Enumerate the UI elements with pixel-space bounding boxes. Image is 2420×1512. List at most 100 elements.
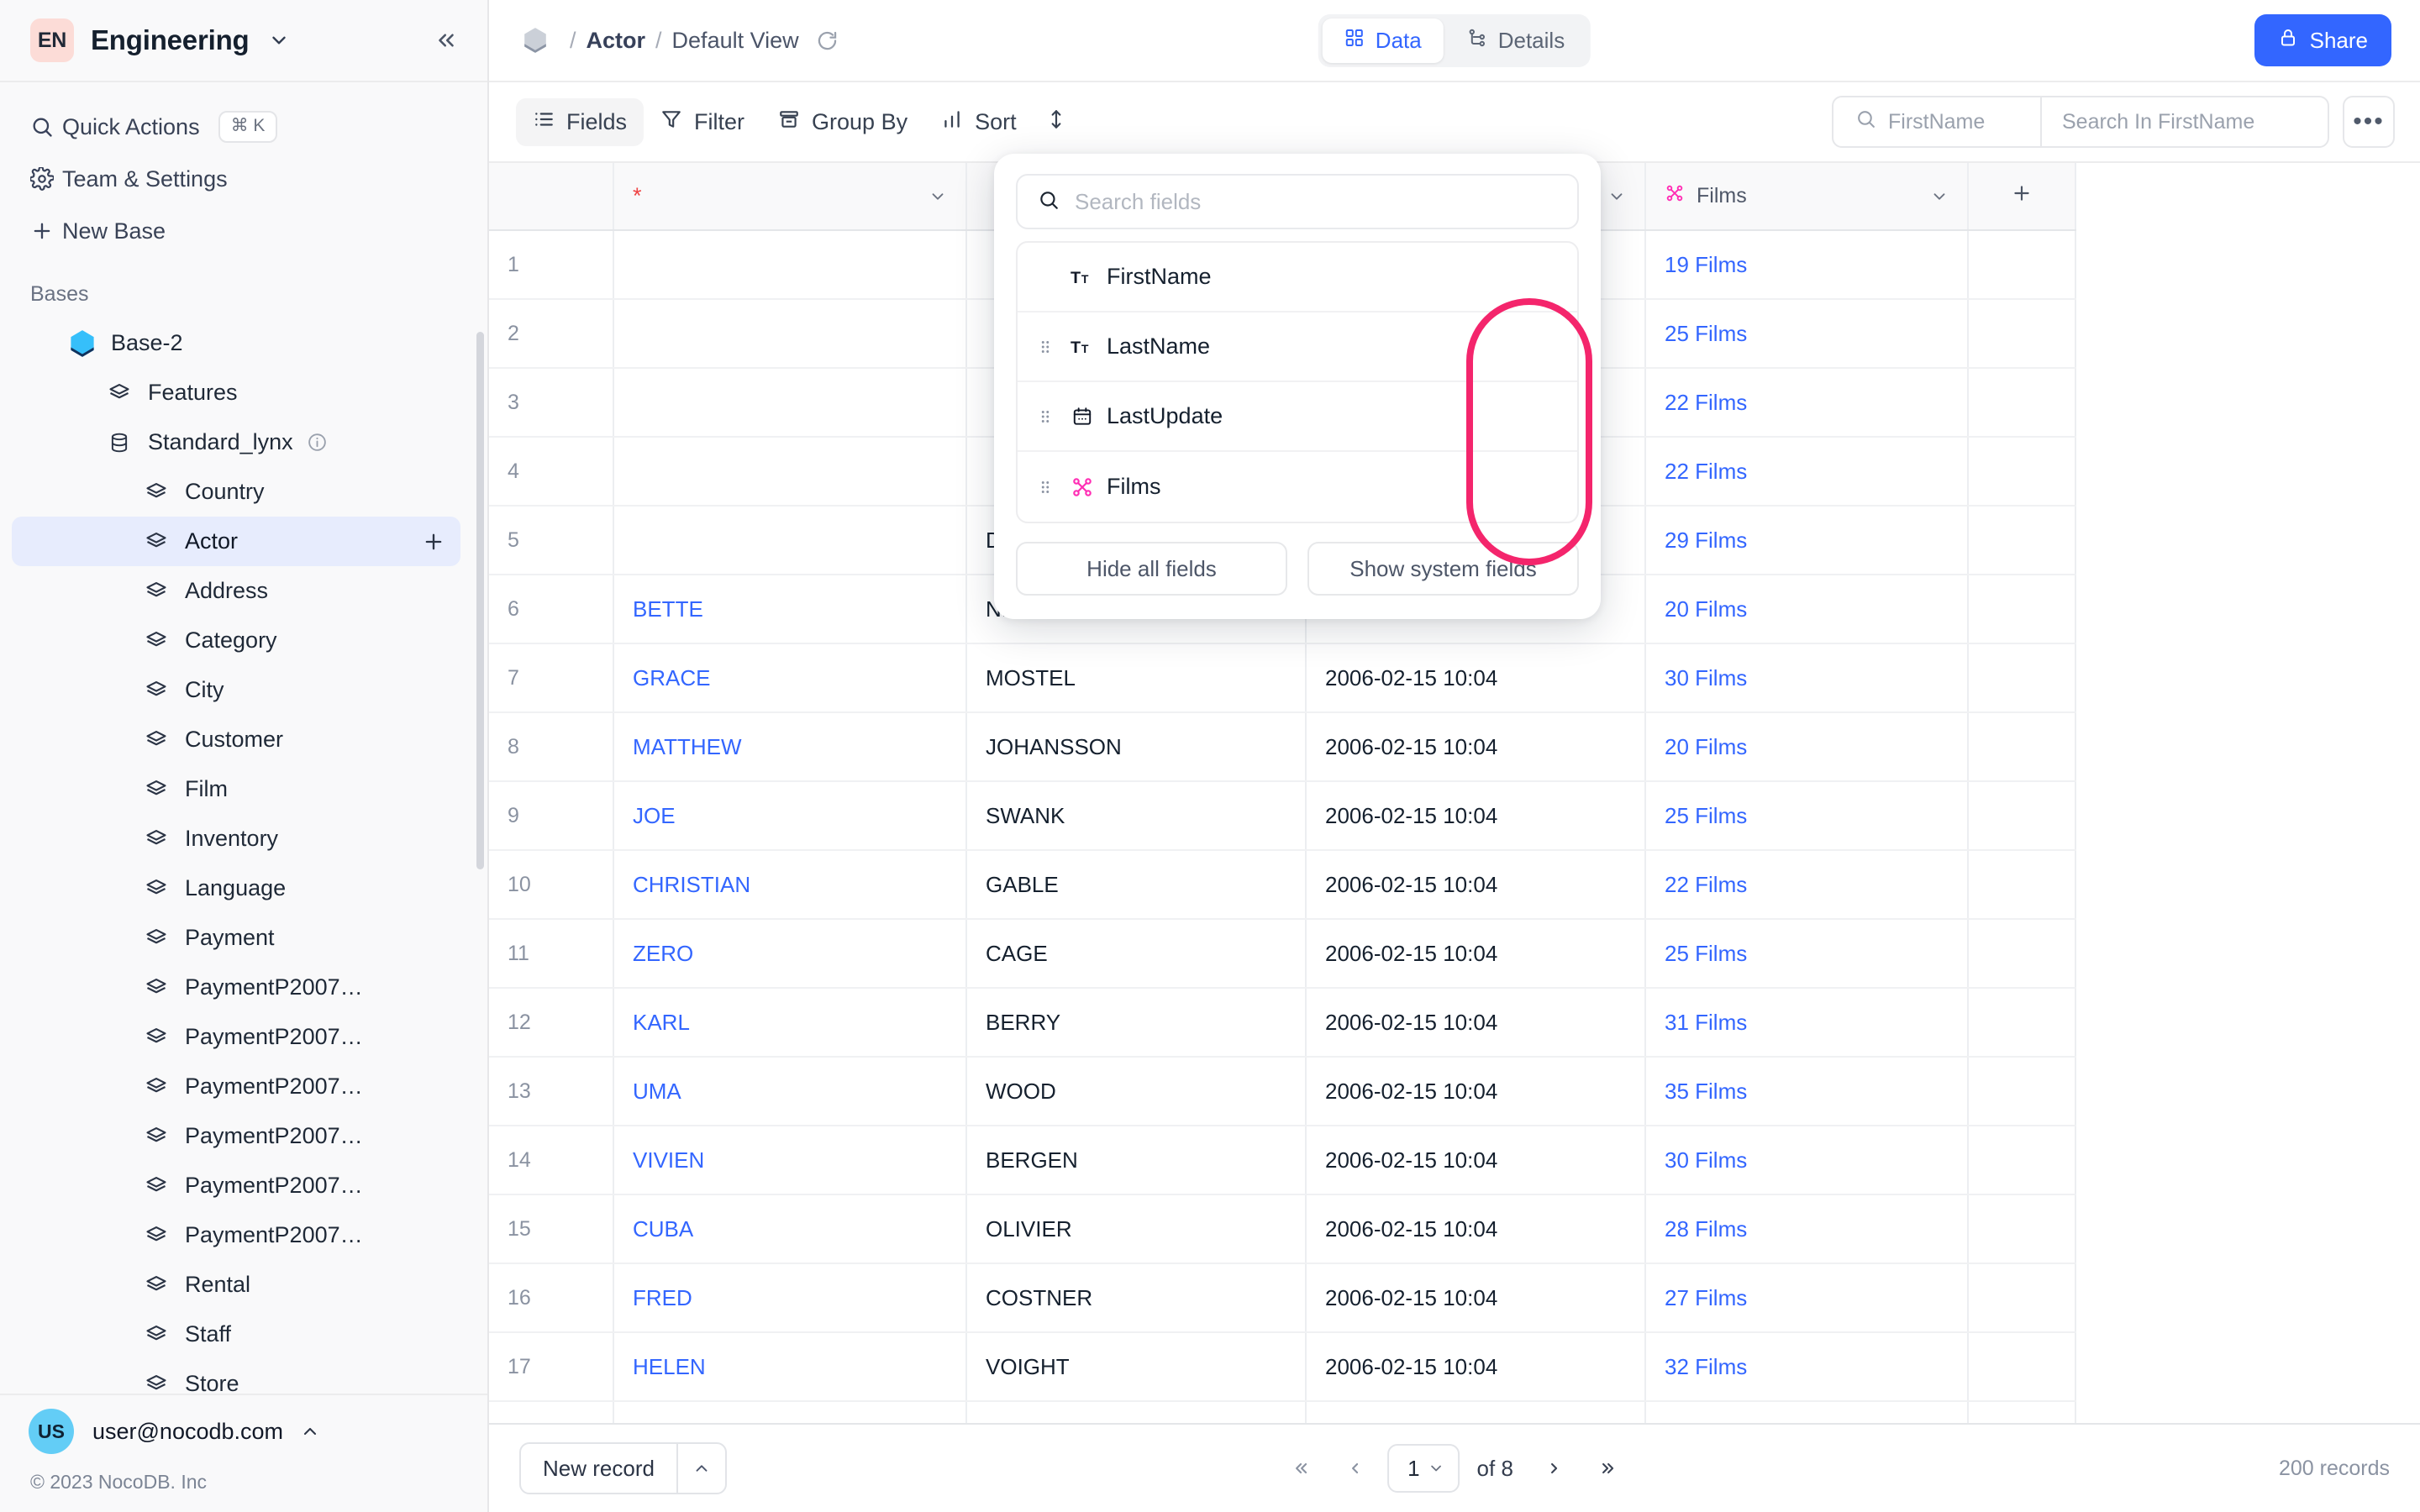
- cell-lastname[interactable]: SWANK: [966, 781, 1307, 851]
- search-field-selector[interactable]: FirstName: [1833, 97, 2042, 146]
- cell-films[interactable]: 29 Films: [1645, 506, 1969, 575]
- cell-lastname[interactable]: VOIGHT: [966, 1332, 1307, 1402]
- cell-firstname[interactable]: ZERO: [613, 919, 967, 989]
- cell-lastupdate[interactable]: 2006-02-15 10:04: [1306, 712, 1646, 782]
- filter-button[interactable]: Filter: [644, 98, 761, 146]
- cell-films[interactable]: 28 Films: [1645, 1194, 1969, 1264]
- workspace-header[interactable]: EN Engineering: [0, 0, 487, 82]
- col-header-firstname[interactable]: *: [613, 163, 967, 231]
- cell-lastname[interactable]: MOSTEL: [966, 643, 1307, 713]
- table-row[interactable]: 15 CUBA OLIVIER 2006-02-15 10:04 28 Films: [489, 1194, 2076, 1264]
- sidebar-item-paymentp2007[interactable]: PaymentP2007…: [12, 1012, 460, 1062]
- user-menu[interactable]: US user@nocodb.com: [0, 1395, 487, 1467]
- sidebar-item-team-settings[interactable]: Team & Settings: [0, 153, 487, 205]
- fields-search-box[interactable]: Search fields: [1016, 174, 1579, 229]
- tab-details[interactable]: Details: [1445, 18, 1586, 63]
- sort-button[interactable]: Sort: [924, 98, 1034, 146]
- cell-firstname[interactable]: BETTE: [613, 575, 967, 644]
- sidebar-item-paymentp2007[interactable]: PaymentP2007…: [12, 963, 460, 1012]
- sidebar-item-paymentp2007[interactable]: PaymentP2007…: [12, 1161, 460, 1210]
- field-row-firstname[interactable]: T T FirstName: [1018, 243, 1577, 312]
- new-record-button[interactable]: New record: [519, 1442, 727, 1494]
- sidebar-item-film[interactable]: Film: [12, 764, 460, 814]
- table-row[interactable]: 16 FRED COSTNER 2006-02-15 10:04 27 Films: [489, 1263, 2076, 1333]
- chevron-down-icon[interactable]: [1607, 187, 1626, 206]
- cell-films[interactable]: 25 Films: [1645, 299, 1969, 369]
- sidebar-item-paymentp2007[interactable]: PaymentP2007…: [12, 1111, 460, 1161]
- cell-lastname[interactable]: GABLE: [966, 850, 1307, 920]
- drag-handle-icon[interactable]: [1036, 338, 1065, 356]
- cell-firstname[interactable]: CHRISTIAN: [613, 850, 967, 920]
- cell-lastupdate[interactable]: 2006-02-15 10:04: [1306, 1263, 1646, 1333]
- cell-lastupdate[interactable]: 2006-02-15 10:04: [1306, 850, 1646, 920]
- chevron-down-icon[interactable]: [929, 187, 947, 206]
- cell-firstname[interactable]: [613, 1401, 967, 1423]
- table-row[interactable]: 12 KARL BERRY 2006-02-15 10:04 31 Films: [489, 988, 2076, 1058]
- cell-films[interactable]: 22 Films: [1645, 437, 1969, 507]
- cell-firstname[interactable]: KARL: [613, 988, 967, 1058]
- group-by-button[interactable]: Group By: [761, 98, 924, 146]
- sidebar-item-base-2[interactable]: Base-2: [12, 318, 460, 368]
- sidebar-item-country[interactable]: Country: [12, 467, 460, 517]
- cell-firstname[interactable]: [613, 230, 967, 300]
- cell-lastname[interactable]: COSTNER: [966, 1263, 1307, 1333]
- breadcrumb-view[interactable]: Default View: [672, 28, 799, 54]
- row-height-button[interactable]: [1034, 98, 1079, 146]
- show-system-fields-button[interactable]: Show system fields: [1307, 542, 1579, 596]
- table-row[interactable]: 9 JOE SWANK 2006-02-15 10:04 25 Films: [489, 781, 2076, 851]
- chevron-down-icon[interactable]: [268, 29, 290, 51]
- cell-lastupdate[interactable]: [1306, 1401, 1646, 1423]
- drag-handle-icon[interactable]: [1036, 407, 1065, 426]
- cell-films[interactable]: 27 Films: [1645, 1263, 1969, 1333]
- table-row[interactable]: 13 UMA WOOD 2006-02-15 10:04 35 Films: [489, 1057, 2076, 1126]
- sidebar-scrollbar[interactable]: [476, 332, 484, 869]
- cell-films[interactable]: 31 Films: [1645, 988, 1969, 1058]
- sidebar-item-standard-lynx[interactable]: Standard_lynx: [12, 417, 460, 467]
- add-column-button[interactable]: [1968, 163, 2076, 231]
- sidebar-item-new-base[interactable]: New Base: [0, 205, 487, 257]
- cell-lastupdate[interactable]: 2006-02-15 10:04: [1306, 1194, 1646, 1264]
- sidebar-item-category[interactable]: Category: [12, 616, 460, 665]
- sidebar-item-paymentp2007[interactable]: PaymentP2007…: [12, 1210, 460, 1260]
- cell-films[interactable]: 25 Films: [1645, 919, 1969, 989]
- cell-lastupdate[interactable]: 2006-02-15 10:04: [1306, 988, 1646, 1058]
- cell-lastupdate[interactable]: 2006-02-15 10:04: [1306, 1126, 1646, 1195]
- reload-icon[interactable]: [816, 29, 839, 52]
- cell-firstname[interactable]: UMA: [613, 1057, 967, 1126]
- cell-firstname[interactable]: [613, 368, 967, 438]
- cell-firstname[interactable]: [613, 437, 967, 507]
- cell-firstname[interactable]: GRACE: [613, 643, 967, 713]
- cell-lastname[interactable]: [966, 1401, 1307, 1423]
- cell-lastname[interactable]: JOHANSSON: [966, 712, 1307, 782]
- table-row[interactable]: 14 VIVIEN BERGEN 2006-02-15 10:04 30 Films: [489, 1126, 2076, 1195]
- cell-lastupdate[interactable]: 2006-02-15 10:04: [1306, 643, 1646, 713]
- cell-lastname[interactable]: BERGEN: [966, 1126, 1307, 1195]
- cell-firstname[interactable]: FRED: [613, 1263, 967, 1333]
- field-row-lastname[interactable]: T T LastName: [1018, 312, 1577, 382]
- table-row[interactable]: 17 HELEN VOIGHT 2006-02-15 10:04 32 Films: [489, 1332, 2076, 1402]
- prev-page-button[interactable]: [1332, 1445, 1379, 1492]
- cell-firstname[interactable]: MATTHEW: [613, 712, 967, 782]
- cell-films[interactable]: 35 Films: [1645, 1057, 1969, 1126]
- table-row[interactable]: 8 MATTHEW JOHANSSON 2006-02-15 10:04 20 Film…: [489, 712, 2076, 782]
- cell-lastname[interactable]: WOOD: [966, 1057, 1307, 1126]
- cell-lastupdate[interactable]: 2006-02-15 10:04: [1306, 919, 1646, 989]
- cell-firstname[interactable]: VIVIEN: [613, 1126, 967, 1195]
- chevron-up-icon[interactable]: [300, 1421, 320, 1441]
- share-button[interactable]: Share: [2254, 14, 2391, 66]
- cell-firstname[interactable]: CUBA: [613, 1194, 967, 1264]
- sidebar-item-features[interactable]: Features: [12, 368, 460, 417]
- search-input[interactable]: Search In FirstName: [2042, 110, 2328, 134]
- cell-films[interactable]: 30 Films: [1645, 643, 1969, 713]
- sidebar-item-quick-actions[interactable]: Quick Actions ⌘ K: [0, 101, 487, 153]
- tab-data[interactable]: Data: [1322, 18, 1444, 63]
- info-icon[interactable]: [307, 432, 328, 453]
- cell-films[interactable]: 32 Films: [1645, 1332, 1969, 1402]
- cell-films[interactable]: 19 Films: [1645, 230, 1969, 300]
- cell-films[interactable]: 22 Films: [1645, 368, 1969, 438]
- cell-firstname[interactable]: HELEN: [613, 1332, 967, 1402]
- next-page-button[interactable]: [1530, 1445, 1577, 1492]
- cell-lastname[interactable]: CAGE: [966, 919, 1307, 989]
- cell-lastname[interactable]: OLIVIER: [966, 1194, 1307, 1264]
- hide-all-fields-button[interactable]: Hide all fields: [1016, 542, 1287, 596]
